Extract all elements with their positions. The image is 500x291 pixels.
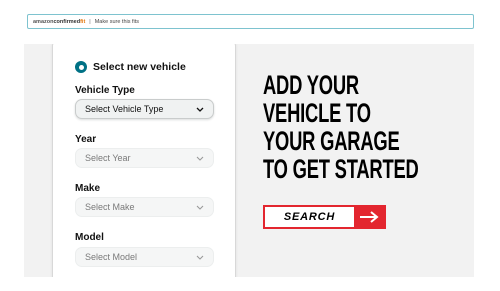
vehicle-type-value: Select Vehicle Type [85,104,164,114]
vehicle-type-label: Vehicle Type [75,85,135,96]
headline-line: YOUR GARAGE [263,126,400,156]
model-select[interactable]: Select Model [75,247,214,267]
chevron-down-icon [196,205,204,210]
model-label: Model [75,232,104,243]
arrow-right-icon [354,207,384,227]
search-button[interactable]: SEARCH [263,205,386,229]
garage-promo-hero: Select new vehicle Vehicle Type Select V… [24,44,474,277]
year-label: Year [75,134,97,145]
chevron-down-icon [196,156,204,161]
banner-tagline: Make sure this fits [94,18,140,25]
headline-line: VEHICLE TO [263,98,371,128]
search-button-label: SEARCH [265,207,354,227]
year-value: Select Year [85,153,131,163]
year-select[interactable]: Select Year [75,148,214,168]
make-label: Make [75,183,101,194]
select-new-vehicle-label: Select new vehicle [93,61,186,73]
vehicle-selector-card: Select new vehicle Vehicle Type Select V… [52,44,236,277]
banner-separator: | [89,18,91,25]
headline-line: TO GET STARTED [263,154,419,184]
model-value: Select Model [85,252,138,262]
chevron-down-icon [196,107,204,112]
make-select[interactable]: Select Make [75,197,214,217]
amazon-confirmed-fit-logo: amazon confirmed fit [33,18,86,25]
confirmed-fit-banner: amazon confirmed fit | Make sure this fits [27,14,474,29]
headline-line: ADD YOUR [263,70,359,100]
radio-selected-icon[interactable] [75,61,87,73]
select-new-vehicle-option[interactable]: Select new vehicle [75,61,186,73]
promo-headline: ADD YOUR VEHICLE TO YOUR GARAGE TO GET S… [263,71,419,183]
chevron-down-icon [196,255,204,260]
make-value: Select Make [85,202,135,212]
vehicle-type-select[interactable]: Select Vehicle Type [75,99,214,119]
